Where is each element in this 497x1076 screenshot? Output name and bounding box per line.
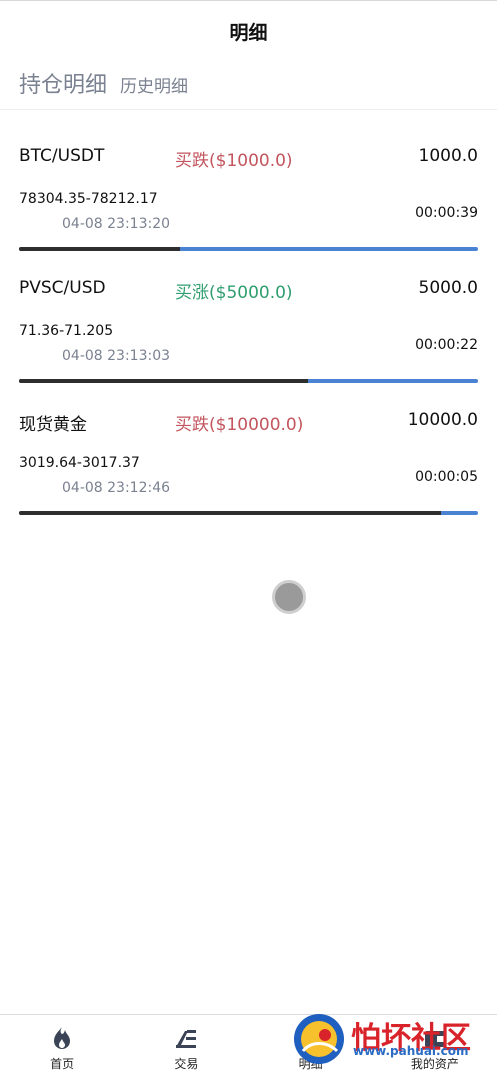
progress-bar (19, 511, 478, 515)
nav-label: 交易 (174, 1057, 199, 1071)
trade-icon (176, 1030, 197, 1048)
price-range: 78304.35-78212.17 (19, 191, 158, 207)
countdown: 00:00:39 (415, 205, 478, 221)
symbol-name: BTC/USDT (19, 146, 105, 166)
nav-label: 首页 (50, 1057, 75, 1071)
countdown: 00:00:22 (415, 337, 478, 353)
order-action: 买跌($10000.0) (175, 415, 304, 435)
progress-bar (19, 247, 478, 251)
tab-history[interactable]: 历史明细 (120, 63, 188, 111)
order-time: 04-08 23:12:46 (62, 480, 171, 496)
order-amount: 10000.0 (407, 410, 478, 430)
progress-fill (19, 379, 309, 383)
order-time: 04-08 23:13:03 (62, 348, 171, 364)
nav-home[interactable]: 首页 (0, 1015, 124, 1076)
progress-fill (19, 511, 442, 515)
watermark-logo-icon (294, 1014, 344, 1064)
order-time: 04-08 23:13:20 (62, 216, 171, 232)
position-row[interactable]: 现货黄金 买跌($10000.0) 10000.0 3019.64-3017.3… (0, 384, 497, 516)
symbol-name: PVSC/USD (19, 278, 106, 298)
order-action: 买涨($5000.0) (175, 283, 293, 303)
nav-trade[interactable]: 交易 (124, 1015, 248, 1076)
order-amount: 1000.0 (418, 146, 478, 166)
watermark: 怕坏社区 www.pahuai.com (291, 1008, 491, 1070)
tabs: 持仓明细 历史明细 (0, 62, 497, 110)
flame-icon (54, 1027, 71, 1049)
order-amount: 5000.0 (418, 278, 478, 298)
position-row[interactable]: PVSC/USD 买涨($5000.0) 5000.0 71.36-71.205… (0, 252, 497, 384)
header: 明细 (0, 0, 497, 60)
page: 明细 持仓明细 历史明细 BTC/USDT 买跌($1000.0) 1000.0… (0, 0, 497, 1076)
position-row[interactable]: BTC/USDT 买跌($1000.0) 1000.0 78304.35-782… (0, 120, 497, 252)
page-title: 明细 (229, 21, 268, 44)
countdown: 00:00:05 (415, 469, 478, 485)
symbol-name: 现货黄金 (19, 415, 87, 435)
tab-holdings[interactable]: 持仓明细 (19, 62, 107, 110)
price-range: 71.36-71.205 (19, 323, 114, 339)
price-range: 3019.64-3017.37 (19, 455, 140, 471)
order-action: 买跌($1000.0) (175, 151, 293, 171)
progress-fill (19, 247, 180, 251)
loading-spinner (272, 580, 306, 614)
progress-bar (19, 379, 478, 383)
watermark-url: www.pahuai.com (353, 1044, 469, 1058)
